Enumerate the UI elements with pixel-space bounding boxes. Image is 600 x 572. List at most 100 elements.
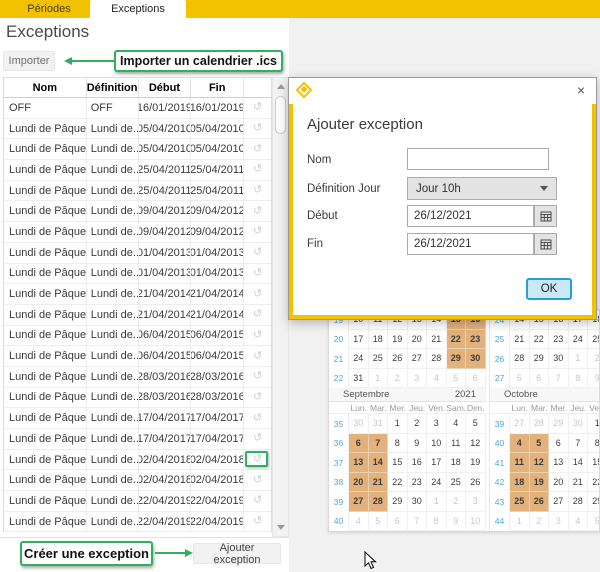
calendar-day-cell[interactable]: 20 — [408, 330, 428, 350]
calendar-day-cell[interactable]: 5 — [369, 512, 389, 532]
calendar-day-cell[interactable]: 7 — [549, 369, 569, 389]
refresh-icon[interactable]: ↺ — [253, 330, 262, 341]
table-header-debut[interactable]: Début — [139, 78, 192, 97]
calendar-day-cell[interactable]: 27 — [408, 349, 428, 369]
table-row[interactable]: Lundi de PâquesLundi de...05/04/201005/0… — [4, 139, 271, 160]
calendar-day-cell[interactable]: 5 — [466, 414, 486, 434]
table-row[interactable]: Lundi de PâquesLundi de...06/04/201506/0… — [4, 326, 271, 347]
calendar-day-cell[interactable]: 21 — [510, 330, 530, 350]
calendar-day-cell[interactable]: 17 — [349, 330, 369, 350]
refresh-icon[interactable]: ↺ — [253, 247, 262, 258]
calendar-day-cell[interactable]: 18 — [447, 453, 467, 473]
calendar-day-cell[interactable]: 6 — [349, 434, 369, 454]
calendar-day-cell[interactable]: 15 — [588, 453, 600, 473]
calendar-day-cell[interactable]: 7 — [369, 434, 389, 454]
calendar-day-cell[interactable]: 11 — [447, 434, 467, 454]
calendar-day-cell[interactable]: 5 — [530, 434, 550, 454]
calendar-day-cell[interactable]: 21 — [369, 473, 389, 493]
refresh-icon[interactable]: ↺ — [253, 289, 262, 300]
calendar-day-cell[interactable]: 19 — [388, 330, 408, 350]
calendar-day-cell[interactable]: 29 — [588, 492, 600, 512]
calendar-day-cell[interactable]: 2 — [388, 369, 408, 389]
calendar-day-cell[interactable]: 27 — [510, 414, 530, 434]
close-icon[interactable]: × — [577, 82, 585, 98]
fin-calendar-picker-button[interactable] — [534, 233, 557, 255]
refresh-icon[interactable]: ↺ — [253, 144, 262, 155]
calendar-day-cell[interactable]: 5 — [588, 512, 600, 532]
calendar-day-cell[interactable]: 5 — [447, 369, 467, 389]
table-row[interactable]: Lundi de PâquesLundi de...02/04/201802/0… — [4, 450, 271, 471]
calendar-day-cell[interactable]: 9 — [408, 434, 428, 454]
scrollbar-thumb[interactable] — [275, 96, 286, 134]
refresh-icon[interactable]: ↺ — [253, 351, 262, 362]
calendar-day-cell[interactable]: 4 — [569, 512, 589, 532]
calendar-day-cell[interactable]: 17 — [427, 453, 447, 473]
calendar-day-cell[interactable]: 22 — [388, 473, 408, 493]
calendar-day-cell[interactable]: 8 — [588, 434, 600, 454]
refresh-icon[interactable]: ↺ — [253, 164, 262, 175]
calendar-day-cell[interactable]: 12 — [530, 453, 550, 473]
calendar-day-cell[interactable]: 14 — [569, 453, 589, 473]
scroll-up-icon[interactable] — [277, 84, 285, 89]
calendar-day-cell[interactable]: 24 — [427, 473, 447, 493]
calendar-day-cell[interactable]: 1 — [510, 512, 530, 532]
calendar-day-cell[interactable]: 8 — [427, 512, 447, 532]
nom-input[interactable] — [407, 148, 549, 170]
debut-calendar-picker-button[interactable] — [534, 205, 557, 227]
calendar-day-cell[interactable]: 2 — [588, 349, 600, 369]
refresh-icon[interactable]: ↺ — [253, 475, 262, 486]
calendar-day-cell[interactable]: 27 — [349, 492, 369, 512]
calendar-day-cell[interactable]: 13 — [549, 453, 569, 473]
table-row[interactable]: Lundi de PâquesLundi de...25/04/201125/0… — [4, 160, 271, 181]
calendar-day-cell[interactable]: 26 — [388, 349, 408, 369]
calendar-day-cell[interactable]: 4 — [349, 512, 369, 532]
refresh-icon[interactable]: ↺ — [253, 371, 262, 382]
calendar-day-cell[interactable]: 29 — [530, 349, 550, 369]
table-header-definition[interactable]: Définition — [87, 78, 139, 97]
calendar-day-cell[interactable]: 6 — [466, 369, 486, 389]
calendar-day-cell[interactable]: 11 — [510, 453, 530, 473]
calendar-day-cell[interactable]: 1 — [388, 414, 408, 434]
refresh-icon[interactable]: ↺ — [253, 206, 262, 217]
refresh-icon[interactable]: ↺ — [253, 226, 262, 237]
calendar-day-cell[interactable]: 25 — [369, 349, 389, 369]
calendar-day-cell[interactable]: 28 — [369, 492, 389, 512]
table-row[interactable]: Lundi de PâquesLundi de...02/04/201802/0… — [4, 470, 271, 491]
calendar-day-cell[interactable]: 30 — [466, 349, 486, 369]
refresh-icon[interactable]: ↺ — [253, 102, 262, 113]
calendar-day-cell[interactable]: 24 — [569, 330, 589, 350]
calendar-day-cell[interactable]: 28 — [427, 349, 447, 369]
calendar-day-cell[interactable]: 7 — [408, 512, 428, 532]
table-scrollbar[interactable] — [272, 77, 289, 537]
refresh-icon[interactable]: ↺ — [253, 392, 262, 403]
calendar-day-cell[interactable]: 1 — [569, 349, 589, 369]
calendar-day-cell[interactable]: 14 — [369, 453, 389, 473]
table-row[interactable]: Lundi de PâquesLundi de...22/04/201922/0… — [4, 512, 271, 533]
debut-input[interactable] — [407, 205, 534, 227]
ok-button[interactable]: OK — [526, 278, 572, 300]
calendar-day-cell[interactable]: 31 — [349, 369, 369, 389]
table-row[interactable]: Lundi de PâquesLundi de...09/04/201209/0… — [4, 201, 271, 222]
fin-input[interactable] — [407, 233, 534, 255]
refresh-icon[interactable]: ↺ — [253, 185, 262, 196]
refresh-icon[interactable]: ↺ — [253, 433, 262, 444]
calendar-day-cell[interactable]: 23 — [408, 473, 428, 493]
calendar-day-cell[interactable]: 3 — [549, 512, 569, 532]
calendar-day-cell[interactable]: 4 — [510, 434, 530, 454]
tab-exceptions[interactable]: Exceptions — [90, 0, 186, 18]
calendar-day-cell[interactable]: 7 — [569, 434, 589, 454]
calendar-day-cell[interactable]: 26 — [466, 473, 486, 493]
calendar-day-cell[interactable]: 2 — [530, 512, 550, 532]
refresh-icon[interactable]: ↺ — [253, 495, 262, 506]
table-row[interactable]: Lundi de PâquesLundi de...25/04/201125/0… — [4, 181, 271, 202]
calendar-day-cell[interactable]: 30 — [349, 414, 369, 434]
calendar-day-cell[interactable]: 3 — [466, 492, 486, 512]
calendar-day-cell[interactable]: 16 — [408, 453, 428, 473]
table-row[interactable]: Lundi de PâquesLundi de...28/03/201628/0… — [4, 388, 271, 409]
table-row[interactable]: Lundi de PâquesLundi de...21/04/201421/0… — [4, 284, 271, 305]
calendar-day-cell[interactable]: 6 — [549, 434, 569, 454]
refresh-icon[interactable]: ↺ — [253, 123, 262, 134]
table-row[interactable]: Lundi de PâquesLundi de...01/04/201301/0… — [4, 264, 271, 285]
refresh-icon[interactable]: ↺ — [253, 516, 262, 527]
import-button[interactable]: Importer — [3, 51, 55, 71]
